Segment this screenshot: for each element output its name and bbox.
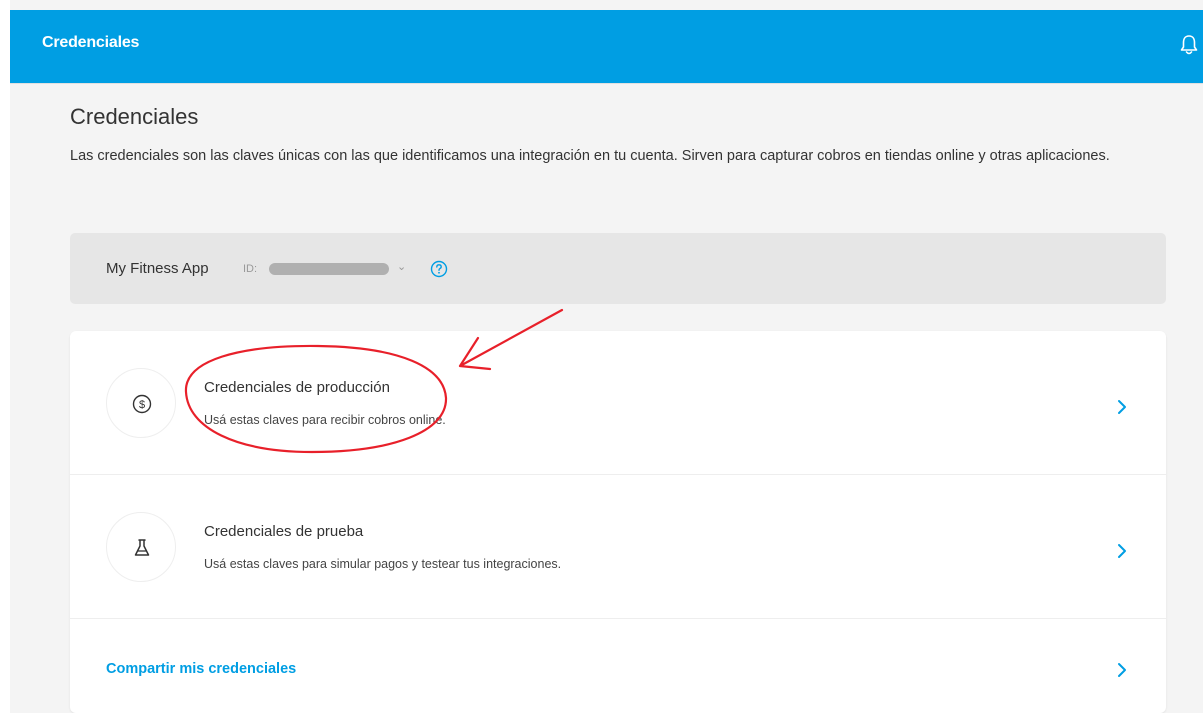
app-selector[interactable]: My Fitness App ID: ⌄ [70, 233, 1166, 304]
top-bar: Credenciales [10, 10, 1203, 84]
chevron-right-icon[interactable] [1116, 398, 1128, 416]
test-credentials-title: Credenciales de prueba [204, 523, 364, 540]
svg-text:$: $ [139, 399, 145, 411]
dollar-coin-icon: $ [132, 394, 152, 414]
share-credentials-link[interactable]: Compartir mis credenciales [106, 661, 296, 677]
bell-icon[interactable] [1179, 34, 1199, 56]
production-credentials-subtitle: Usá estas claves para recibir cobros onl… [204, 413, 446, 427]
production-icon-circle: $ [106, 368, 176, 438]
question-circle-icon[interactable] [430, 260, 448, 278]
topbar-title: Credenciales [42, 34, 140, 51]
credentials-card: $ Credenciales de producción Usá estas c… [70, 331, 1166, 713]
test-icon-circle [106, 512, 176, 582]
chevron-down-icon[interactable]: ⌄ [397, 260, 406, 273]
viewport: Credenciales Credenciales Las credencial… [10, 0, 1203, 713]
app-id-label: ID: [243, 263, 258, 275]
page-title: Credenciales [70, 104, 199, 129]
flask-icon [134, 539, 150, 556]
page-description: Las credenciales son las claves únicas c… [70, 148, 1110, 164]
chevron-right-icon[interactable] [1116, 542, 1128, 560]
production-credentials-title: Credenciales de producción [204, 379, 390, 396]
test-credentials-row[interactable]: Credenciales de prueba Usá estas claves … [70, 475, 1166, 619]
app-name: My Fitness App [106, 260, 209, 277]
share-credentials-row[interactable]: Compartir mis credenciales [70, 619, 1166, 713]
app-id-redacted [269, 263, 389, 275]
chevron-right-icon[interactable] [1116, 661, 1128, 679]
production-credentials-row[interactable]: $ Credenciales de producción Usá estas c… [70, 331, 1166, 475]
test-credentials-subtitle: Usá estas claves para simular pagos y te… [204, 557, 562, 571]
